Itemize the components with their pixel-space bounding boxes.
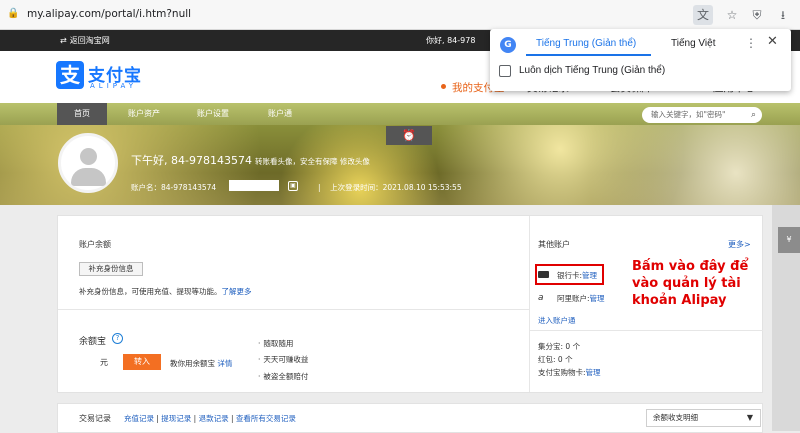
star-icon[interactable]: ☆ [722,5,742,25]
annotation-text: Bấm vào đây để vào quản lý tài khoản Ali… [632,259,749,308]
recharge-records-link[interactable]: 充值记录 [124,414,154,423]
tab-settings[interactable]: 账户设置 [187,103,239,125]
search-placeholder: 输入关键字，如"密码" [651,110,726,119]
tab-target-language[interactable]: Tiếng Việt [671,38,715,49]
account-name: 账户名：84-978143574 [131,183,217,192]
logo-subtext: ALIPAY [90,82,138,90]
more-options-icon[interactable]: ⋮ [745,36,757,50]
all-records-link[interactable]: 查看所有交易记录 [236,414,296,423]
last-login-text: 上次登录时间：2021.08.10 15:53:55 [330,183,462,192]
withdraw-records-link[interactable]: 提现记录 [161,414,191,423]
last-login: | 上次登录时间：2021.08.10 15:53:55 [318,182,462,193]
shopping-card-label: 支付宝购物卡: [538,368,586,377]
nav-active-dot [441,84,446,89]
always-translate-label[interactable]: Luôn dịch Tiếng Trung (Giản thể) [519,65,665,76]
translate-icon[interactable]: 文 [693,5,713,25]
tab-assets[interactable]: 账户资产 [118,103,170,125]
avatar-body [71,168,106,186]
google-translate-icon: G [500,37,516,53]
tab-source-language[interactable]: Tiếng Trung (Giản thể) [536,38,636,49]
transaction-links: 充值记录 | 提现记录 | 退款记录 | 查看所有交易记录 [124,414,296,423]
close-icon[interactable]: ✕ [767,34,778,49]
shopping-card-manage-link[interactable]: 管理 [586,368,601,377]
redacted-block [229,180,279,191]
back-label: 返回淘宝网 [69,36,110,45]
lock-icon[interactable]: 🔒 [7,8,19,20]
search-icon[interactable]: ⌕ [751,107,756,123]
records-select[interactable]: 余额收支明细 ▼ [646,409,761,427]
balance-title: 账户余额 [79,240,111,249]
learn-more-link[interactable]: 了解更多 [222,287,252,296]
transactions-title: 交易记录 [79,414,111,423]
greeting-text: 下午好, 84-978143574 [131,154,252,167]
transfer-in-button[interactable]: 转入 [123,354,161,370]
search-input[interactable]: 输入关键字，如"密码" ⌕ [642,107,762,123]
browser-toolbar: 🔒 my.alipay.com/portal/i.htm?null 文 ☆ ⛨ … [0,0,800,30]
divider [58,309,529,310]
feature-item: 随取随用 [258,338,293,349]
tab-account-pass[interactable]: 账户通 [256,103,304,125]
help-icon[interactable]: ? [112,333,123,344]
details-link[interactable]: 详情 [217,359,232,368]
active-tab-indicator [526,54,651,56]
teach-text: 教你用余额宝 [170,359,215,368]
show-hide-icon[interactable]: ▣ [288,181,298,191]
ali-account-label: 阿里账户: [557,294,590,303]
back-to-taobao-link[interactable]: ⇄ 返回淘宝网 [60,35,110,46]
shield-icon[interactable]: ⛨ [747,5,767,25]
other-accounts-title: 其他账户 [538,240,570,249]
yuebao-title: 余额宝 [79,337,107,347]
ali-account-row: 阿里账户:管理 [557,293,605,304]
feature-item: 被盗全额赔付 [258,371,308,382]
avatar-head [80,148,97,165]
feature-item: 天天可赚收益 [258,354,308,365]
always-translate-checkbox[interactable] [499,65,511,77]
jifenbao-count: 集分宝: 0 个 [538,342,581,351]
balance-info-text: 补充身份信息，可使用充值、提现等功能。 [79,287,222,296]
translate-popup: G Tiếng Trung (Giản thể) Tiếng Việt ⋮ ✕ … [490,29,791,91]
refund-records-link[interactable]: 退款记录 [199,414,229,423]
balance-info: 补充身份信息，可使用充值、提现等功能。了解更多 [79,286,252,297]
enter-account-pass-link[interactable]: 进入账户通 [538,315,576,326]
ali-account-manage-link[interactable]: 管理 [590,294,605,303]
more-link[interactable]: 更多> [728,239,751,250]
tab-home[interactable]: 首页 [57,103,107,125]
alipay-logo-icon[interactable]: 支 [56,61,84,89]
yuebao-unit: 元 [100,358,108,367]
divider [530,330,763,331]
divider [529,216,530,392]
chevron-down-icon: ▼ [746,413,753,422]
shopping-card-row: 支付宝购物卡:管理 [538,367,601,378]
verify-identity-button[interactable]: 补充身份信息 [79,262,143,276]
hongbao-count: 红包: 0 个 [538,355,573,364]
clock-icon[interactable]: ⏰ [386,126,432,145]
greeting-note[interactable]: 转账看头像，安全有保障 修改头像 [255,157,370,166]
avatar[interactable] [58,133,118,193]
download-icon[interactable]: ⭳ [773,5,793,25]
yuebao-teach: 教你用余额宝 详情 [170,358,232,369]
profile-greeting: 下午好, 84-978143574 转账看头像，安全有保障 修改头像 [131,152,370,168]
topbar-greeting: 你好, 84-978 [426,36,476,45]
back-icon: ⇄ [60,36,67,45]
side-button[interactable]: ¥ [778,227,800,253]
select-value: 余额收支明细 [653,413,698,422]
highlight-box [535,264,604,285]
ali-icon: a [538,293,544,303]
separator: | [318,183,321,192]
address-bar[interactable]: my.alipay.com/portal/i.htm?null [27,8,191,20]
